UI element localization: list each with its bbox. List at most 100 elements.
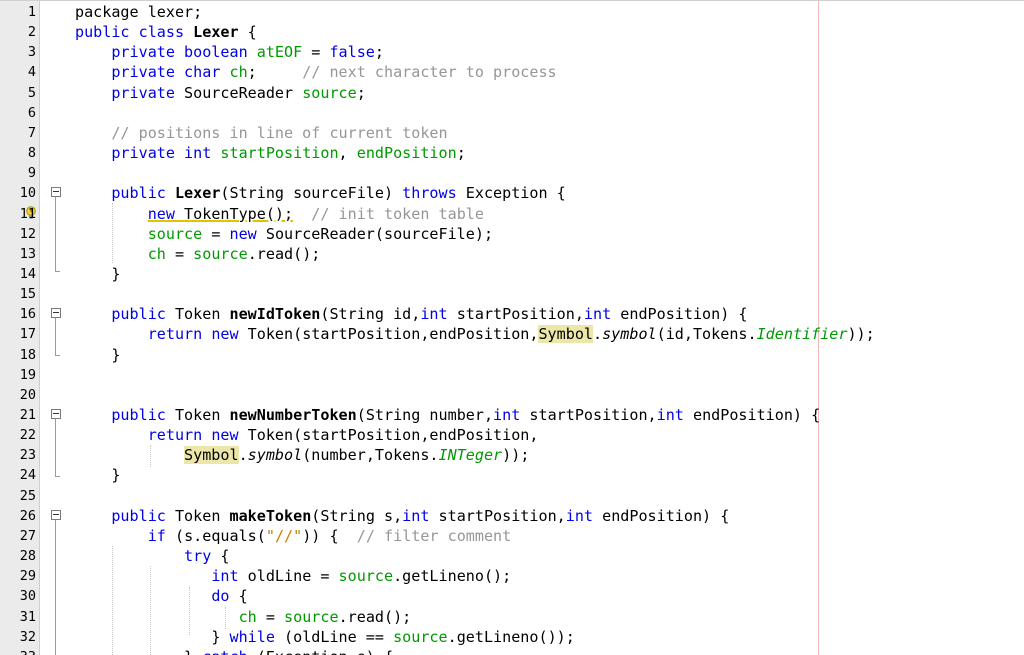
code-line[interactable]: private int startPosition, endPosition; xyxy=(75,143,465,163)
code-token: .read(); xyxy=(247,244,321,263)
code-token: SourceReader xyxy=(184,83,303,102)
code-token: ; xyxy=(247,63,303,82)
code-line[interactable]: } xyxy=(75,264,120,284)
code-token: if xyxy=(147,526,166,545)
code-line[interactable]: return new Token(startPosition,endPositi… xyxy=(75,425,539,445)
code-token: Symbol xyxy=(538,325,593,344)
line-number: 33 xyxy=(0,647,36,655)
code-line[interactable]: package lexer; xyxy=(75,2,202,22)
code-token: } xyxy=(184,648,202,655)
code-token: return new xyxy=(147,325,239,344)
code-token: // next character to process xyxy=(302,63,557,82)
code-token: Lexer xyxy=(193,23,239,42)
code-token: public xyxy=(75,184,175,203)
code-token: = xyxy=(302,43,330,62)
fold-toggle-icon[interactable] xyxy=(51,308,61,318)
code-token: ch xyxy=(229,63,248,82)
fold-toggle-icon[interactable] xyxy=(51,409,61,419)
code-line[interactable]: public Lexer(String sourceFile) throws E… xyxy=(75,183,565,203)
code-token: new xyxy=(147,204,175,223)
code-line[interactable]: private boolean atEOF = false; xyxy=(75,42,384,62)
code-token: do xyxy=(211,587,230,606)
code-line[interactable]: try { xyxy=(75,546,229,566)
code-token: try xyxy=(184,547,212,566)
code-line[interactable]: new TokenType(); // init token table xyxy=(75,204,484,224)
line-number: 12 xyxy=(19,225,36,242)
code-token: (String id, xyxy=(320,305,421,324)
code-line[interactable]: } xyxy=(75,465,120,485)
line-number: 4 xyxy=(27,64,36,81)
code-line[interactable]: return new Token(startPosition,endPositi… xyxy=(75,324,875,344)
code-line[interactable]: public Token makeToken(String s,int star… xyxy=(75,506,729,526)
code-token: endPosition) { xyxy=(611,305,748,324)
code-token: (number,Tokens. xyxy=(302,446,439,465)
code-line[interactable]: Symbol.symbol(number,Tokens.INTeger)); xyxy=(75,445,529,465)
code-token: source xyxy=(284,607,339,626)
code-editor[interactable]: package lexer; public class Lexer { priva… xyxy=(0,0,1024,655)
code-token: int xyxy=(565,506,594,525)
code-token: endPosition) { xyxy=(593,506,730,525)
code-token: .getLineno(); xyxy=(393,567,512,586)
code-token: endPosition) { xyxy=(683,406,821,424)
code-token: symbol xyxy=(602,325,657,344)
code-token: false xyxy=(329,43,375,62)
line-number: 30 xyxy=(19,588,36,605)
code-token: )); xyxy=(847,325,875,344)
code-token: .getLineno()); xyxy=(447,627,575,646)
code-token: "//" xyxy=(265,526,303,545)
code-token: oldLine = xyxy=(238,567,339,586)
code-token: makeToken xyxy=(229,506,312,525)
code-token: ch xyxy=(147,244,166,263)
fold-end-marker xyxy=(55,355,60,356)
line-number: 21 xyxy=(19,407,36,423)
line-number: 9 xyxy=(27,165,36,182)
code-token: public class xyxy=(75,23,194,42)
code-line[interactable]: source = new SourceReader(sourceFile); xyxy=(75,224,493,244)
code-line[interactable]: do { xyxy=(75,586,247,606)
fold-line xyxy=(55,318,56,355)
code-line[interactable]: } while (oldLine == source.getLineno()); xyxy=(75,627,575,647)
code-token: } xyxy=(75,466,121,485)
code-line[interactable]: } catch (Exception e) { xyxy=(75,647,393,655)
code-line[interactable]: private SourceReader source; xyxy=(75,83,365,103)
code-line[interactable]: ch = source.read(); xyxy=(75,607,412,627)
code-token: startPosition xyxy=(220,144,339,163)
fold-line xyxy=(55,520,56,655)
code-token: int xyxy=(493,406,521,424)
line-number: 15 xyxy=(19,286,36,303)
code-token: startPosition, xyxy=(447,305,584,324)
code-token: ; xyxy=(374,43,384,62)
code-token: , xyxy=(338,144,357,163)
code-token: source xyxy=(338,567,394,586)
code-token: int xyxy=(211,567,239,586)
code-token: int xyxy=(583,305,612,324)
line-number: 25 xyxy=(19,487,36,504)
fold-toggle-icon[interactable] xyxy=(51,510,61,520)
code-line[interactable]: public class Lexer { xyxy=(75,22,257,42)
line-number: 13 xyxy=(19,245,36,262)
code-line[interactable]: private char ch; // next character to pr… xyxy=(75,62,557,82)
code-line[interactable]: // positions in line of current token xyxy=(75,123,447,143)
code-line[interactable]: public Token newIdToken(String id,int st… xyxy=(75,304,748,324)
code-token: Identifier xyxy=(756,325,848,344)
code-line[interactable]: public Token newNumberToken(String numbe… xyxy=(75,405,820,425)
code-token: (id,Tokens. xyxy=(656,325,757,344)
code-line[interactable]: } xyxy=(75,345,120,365)
code-token: Token(startPosition,endPosition, xyxy=(238,325,539,344)
line-number: 7 xyxy=(27,124,36,141)
code-token: Token(startPosition,endPosition, xyxy=(238,426,539,445)
code-line[interactable]: int oldLine = source.getLineno(); xyxy=(75,566,511,586)
code-token: (String s, xyxy=(311,506,403,525)
code-line[interactable]: ch = source.read(); xyxy=(75,244,321,264)
code-line[interactable]: if (s.equals("//")) { // filter comment xyxy=(75,526,512,546)
fold-toggle-icon[interactable] xyxy=(51,187,61,197)
